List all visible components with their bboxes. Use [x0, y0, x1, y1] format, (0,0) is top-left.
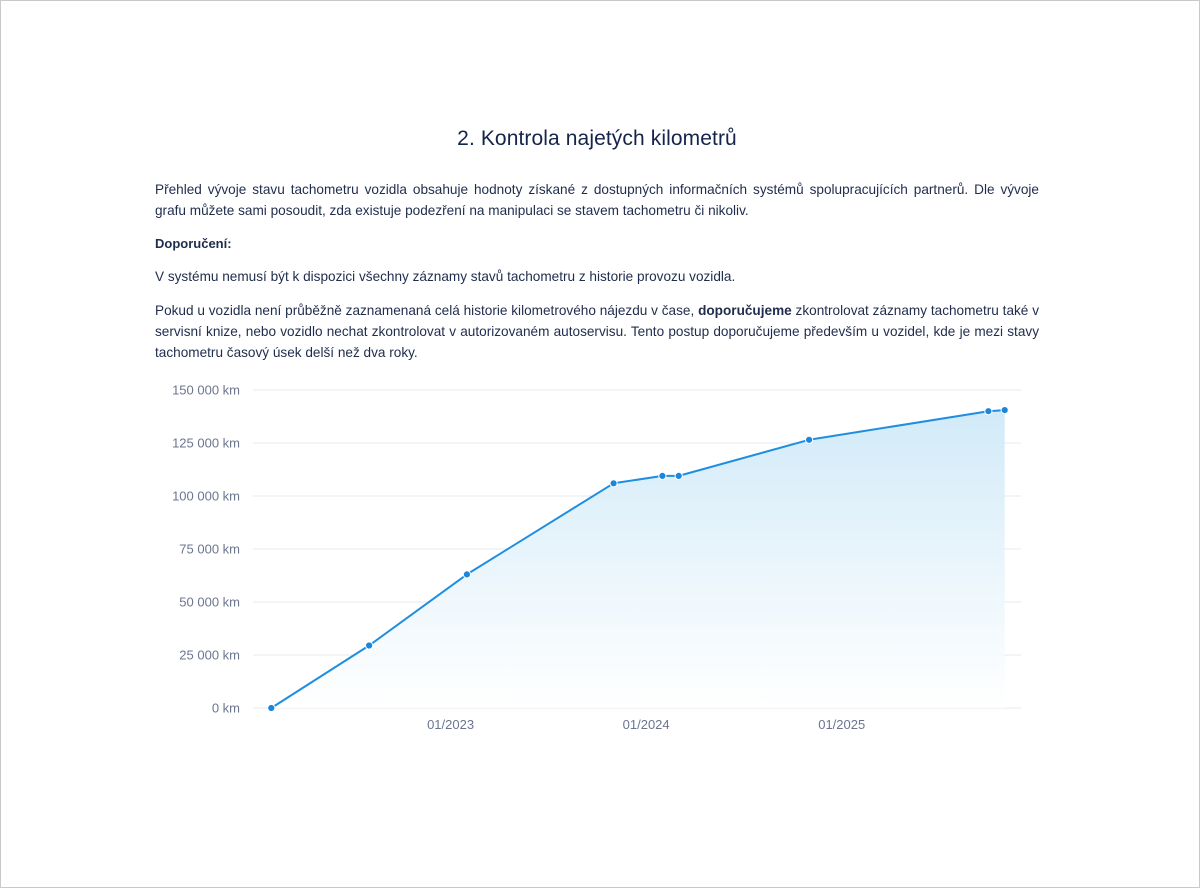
y-tick-label: 0 km [212, 701, 240, 716]
mileage-area [271, 410, 1005, 708]
intro-paragraph: Přehled vývoje stavu tachometru vozidla … [155, 182, 1039, 218]
y-tick-label: 100 000 km [172, 489, 240, 504]
x-tick-label: 01/2024 [623, 717, 670, 732]
y-tick-label: 75 000 km [179, 542, 240, 557]
recommendation-heading: Doporučení: [155, 236, 232, 251]
report-page: 2. Kontrola najetých kilometrů Přehled v… [0, 0, 1200, 888]
y-tick-label: 125 000 km [172, 436, 240, 451]
data-point [984, 407, 993, 416]
data-point [462, 570, 471, 579]
data-point [674, 471, 683, 481]
odometer-chart: 0 km 25 000 km 50 000 km 75 000 km 100 000 k… [172, 383, 1021, 732]
availability-note: V systému nemusí být k dispozici všechny… [155, 269, 736, 284]
x-tick-label: 01/2023 [427, 717, 474, 732]
y-tick-label: 150 000 km [172, 383, 240, 398]
data-point [365, 641, 374, 650]
data-point [267, 703, 276, 713]
data-point [658, 471, 667, 481]
y-tick-label: 50 000 km [179, 595, 240, 610]
recommendation-emphasis: doporučujeme [698, 303, 792, 318]
recommendation-paragraph: Pokud u vozidla není průběžně zaznamenan… [155, 300, 1039, 363]
y-tick-label: 25 000 km [179, 648, 240, 663]
data-point [805, 435, 814, 444]
x-tick-label: 01/2025 [818, 717, 865, 732]
data-point [609, 479, 618, 488]
y-axis-ticks: 0 km 25 000 km 50 000 km 75 000 km 100 000 k… [172, 383, 240, 716]
recommendation-text-start: Pokud u vozidla není průběžně zaznamenan… [155, 303, 699, 318]
data-point [1000, 406, 1009, 415]
section-title: 2. Kontrola najetých kilometrů [457, 127, 737, 150]
x-axis-ticks: 01/2023 01/2024 01/2025 [427, 717, 865, 732]
